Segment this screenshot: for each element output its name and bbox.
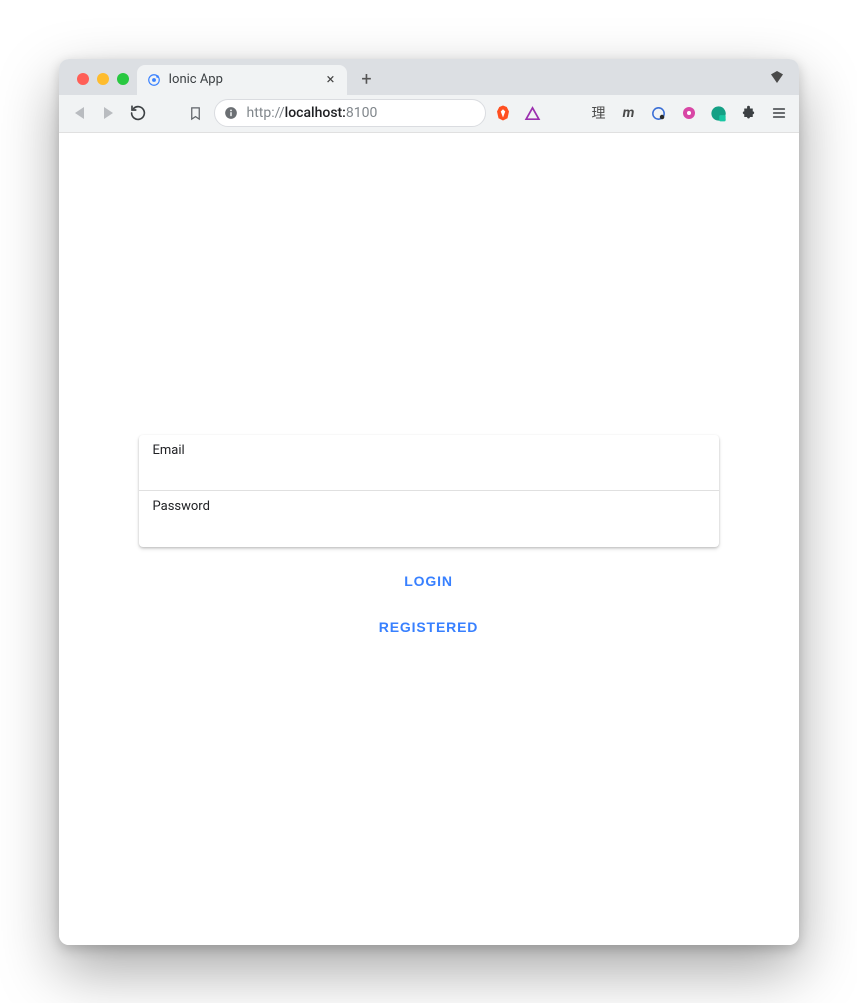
new-tab-button[interactable]: + [353,66,381,94]
login-button[interactable]: LOGIN [390,565,467,597]
tab-close-button[interactable]: × [323,72,339,88]
browser-tab[interactable]: Ionic App × [137,65,347,95]
nav-forward-button[interactable] [98,102,120,124]
toolbar-right-icons: 理 m [493,103,789,123]
tabstrip-right [767,59,787,95]
password-label: Password [153,499,705,514]
tab-title: Ionic App [169,72,315,87]
window-minimize-button[interactable] [97,73,109,85]
extensions-puzzle-icon[interactable] [739,103,759,123]
window-maximize-button[interactable] [117,73,129,85]
extension-circle-pink-icon[interactable] [679,103,699,123]
extension-q-icon[interactable] [709,103,729,123]
brave-shield-icon[interactable] [767,67,787,87]
password-input[interactable] [153,514,705,536]
nav-back-button[interactable] [69,102,91,124]
login-container: Email Password LOGIN REGISTERED [139,435,719,643]
extension-circle-blue-icon[interactable] [649,103,669,123]
bookmark-button[interactable] [185,102,207,124]
brave-lion-icon[interactable] [493,103,513,123]
login-card: Email Password [139,435,719,547]
traffic-lights [69,73,137,95]
password-item[interactable]: Password [139,491,719,547]
page-viewport: Email Password LOGIN REGISTERED [59,133,799,945]
email-input[interactable] [153,458,705,480]
toolbar: http://localhost:8100 理 m [59,95,799,133]
extension-cjk-icon[interactable]: 理 [589,103,609,123]
address-bar[interactable]: http://localhost:8100 [214,99,486,127]
window-close-button[interactable] [77,73,89,85]
tab-strip: Ionic App × + [59,59,799,95]
browser-window: Ionic App × + http://l [59,59,799,945]
registered-button[interactable]: REGISTERED [365,611,492,643]
action-buttons: LOGIN REGISTERED [139,565,719,643]
url-text: http://localhost:8100 [247,105,477,121]
email-label: Email [153,443,705,458]
ionic-favicon-icon [147,73,161,87]
email-item[interactable]: Email [139,435,719,491]
triangle-warning-icon[interactable] [523,103,543,123]
site-info-icon[interactable] [223,105,239,121]
reload-button[interactable] [127,102,149,124]
hamburger-menu-button[interactable] [769,103,789,123]
extension-m-icon[interactable]: m [619,103,639,123]
